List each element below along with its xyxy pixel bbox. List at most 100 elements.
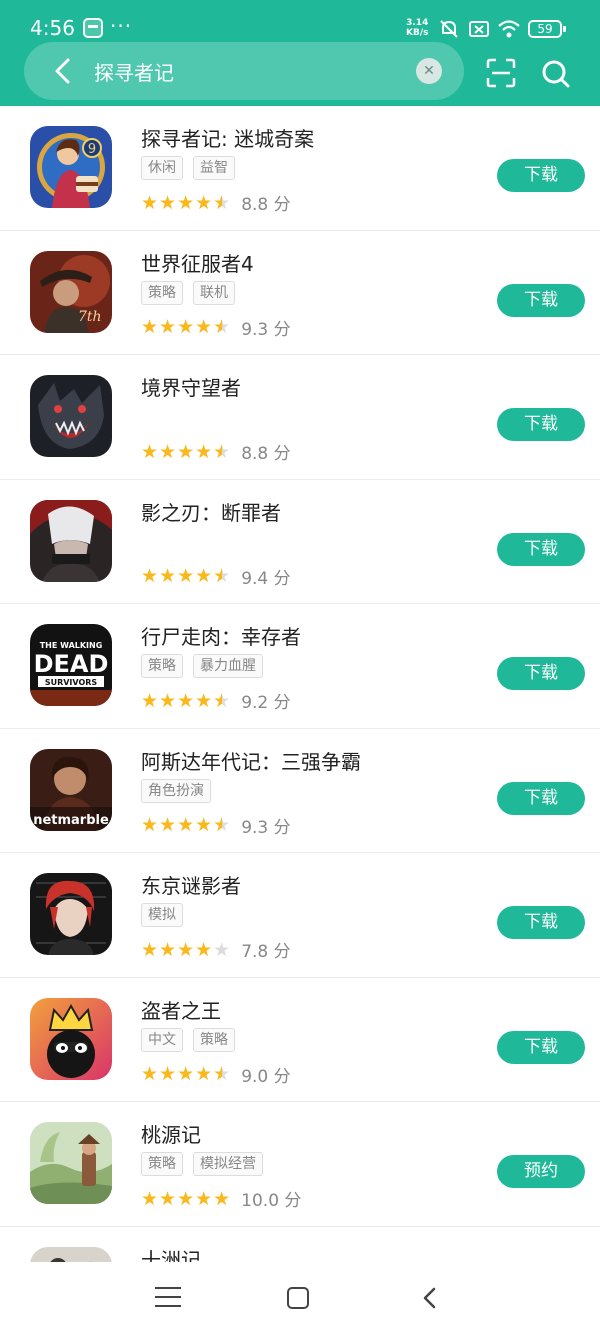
net-speed-value: 3.14 xyxy=(406,18,429,28)
tag: 策略 xyxy=(141,654,183,678)
tag: 休闲 xyxy=(141,156,183,180)
list-item[interactable]: 9 探寻者记: 迷城奇案 休闲 益智 ★★★★★ 8.8 分 下载 xyxy=(0,106,600,231)
app-icon[interactable]: THE WALKING DEAD SURVIVORS xyxy=(30,624,112,706)
app-title: 影之刃：断罪者 xyxy=(141,500,281,525)
score: 9.4 分 xyxy=(241,568,291,589)
rating: ★★★★★ 10.0 分 xyxy=(141,1186,302,1212)
score: 9.3 分 xyxy=(241,319,291,340)
app-icon[interactable]: 7th xyxy=(30,250,112,333)
download-button[interactable]: 下载 xyxy=(497,283,585,317)
score: 8.8 分 xyxy=(241,444,291,464)
net-speed-unit: KB/s xyxy=(406,28,429,38)
app-title: 东京谜影者 xyxy=(141,874,241,898)
sim-off-icon xyxy=(468,18,490,45)
scan-icon[interactable] xyxy=(486,58,516,88)
download-button[interactable]: 下载 xyxy=(497,906,585,939)
back-arrow-icon[interactable] xyxy=(46,52,82,90)
app-icon[interactable]: 9 xyxy=(30,126,112,208)
rating: ★★★★★ 9.0 分 xyxy=(141,1062,291,1087)
score: 9.3 分 xyxy=(241,817,291,838)
icon-art-text: SURVIVORS xyxy=(45,678,98,687)
download-button[interactable]: 下载 xyxy=(497,159,585,192)
app-icon[interactable] xyxy=(30,1246,112,1262)
list-item[interactable]: 十洲记 xyxy=(0,1227,600,1263)
download-button[interactable]: 下载 xyxy=(497,532,585,566)
tag: 暴力血腥 xyxy=(193,654,263,678)
rating: ★★★★★ 8.8 分 xyxy=(141,190,291,216)
tag-list: 策略 联机 xyxy=(141,280,245,307)
tag-list: 中文 策略 xyxy=(141,1027,245,1054)
app-title: 十洲记 xyxy=(141,1247,201,1263)
download-button[interactable]: 下载 xyxy=(497,781,585,815)
icon-badge-number: 9 xyxy=(88,142,96,157)
tag: 联机 xyxy=(193,280,235,305)
app-icon[interactable]: netmarble xyxy=(30,748,112,831)
tag: 策略 xyxy=(193,1027,235,1052)
icon-art-text: THE WALKING xyxy=(40,641,103,650)
icon-art-text: DEAD xyxy=(34,650,109,678)
app-icon[interactable] xyxy=(30,499,112,582)
tag-list: 角色扮演 xyxy=(141,778,221,805)
tag: 模拟 xyxy=(141,903,183,927)
app-title: 阿斯达年代记：三强争霸 xyxy=(141,749,361,774)
download-button[interactable]: 下载 xyxy=(497,408,585,441)
star-rating: ★★★★★ xyxy=(141,814,232,836)
app-title: 境界守望者 xyxy=(141,376,241,400)
star-rating: ★★★★★ xyxy=(141,938,232,961)
tag: 模拟经营 xyxy=(193,1152,263,1176)
star-rating: ★★★★★ xyxy=(141,1063,232,1085)
download-button[interactable]: 下载 xyxy=(497,657,585,690)
star-rating: ★★★★★ xyxy=(141,440,232,463)
app-icon[interactable] xyxy=(30,375,112,457)
back-icon[interactable] xyxy=(418,1286,442,1310)
list-item[interactable]: THE WALKING DEAD SURVIVORS 行尸走肉：幸存者 策略 暴力… xyxy=(0,604,600,729)
tag: 益智 xyxy=(193,156,235,180)
score: 8.8 分 xyxy=(241,195,291,215)
clear-icon[interactable]: ✕ xyxy=(416,58,442,84)
tag: 角色扮演 xyxy=(141,778,211,803)
list-item[interactable]: 影之刃：断罪者 ★★★★★ 9.4 分 下载 xyxy=(0,480,600,604)
star-rating: ★★★★★ xyxy=(141,316,232,338)
home-icon[interactable] xyxy=(287,1287,309,1309)
list-item[interactable]: 桃源记 策略 模拟经营 ★★★★★ 10.0 分 预约 xyxy=(0,1102,600,1227)
app-header: 4:56 ··· 3.14 KB/s 59 探寻者记 ✕ xyxy=(0,0,600,106)
download-button[interactable]: 下载 xyxy=(497,1030,585,1064)
tag-list: 模拟 xyxy=(141,903,193,929)
search-input[interactable]: 探寻者记 xyxy=(94,57,174,86)
score: 9.0 分 xyxy=(241,1066,291,1087)
star-rating: ★★★★★ xyxy=(141,565,232,587)
system-nav-bar xyxy=(0,1262,600,1334)
rating: ★★★★★ 9.4 分 xyxy=(141,564,291,589)
icon-anniversary-text: 7th xyxy=(78,309,102,325)
more-notifications-icon: ··· xyxy=(110,14,133,38)
mute-bell-icon xyxy=(438,18,460,45)
search-results-list[interactable]: 9 探寻者记: 迷城奇案 休闲 益智 ★★★★★ 8.8 分 下载 7th 世界征服… xyxy=(0,106,600,1262)
app-icon[interactable] xyxy=(30,1122,112,1204)
recents-menu-icon[interactable] xyxy=(155,1287,181,1309)
net-speed: 3.14 KB/s xyxy=(406,18,428,38)
reserve-button[interactable]: 预约 xyxy=(497,1155,585,1188)
list-item[interactable]: netmarble 阿斯达年代记：三强争霸 角色扮演 ★★★★★ 9.3 分 下载 xyxy=(0,729,600,853)
app-title: 世界征服者4 xyxy=(141,251,254,276)
list-item[interactable]: 境界守望者 ★★★★★ 8.8 分 下载 xyxy=(0,355,600,480)
wifi-icon xyxy=(497,18,521,45)
app-title: 行尸走肉：幸存者 xyxy=(141,625,301,649)
search-icon[interactable] xyxy=(540,58,572,90)
app-title: 盗者之王 xyxy=(141,998,221,1023)
list-item[interactable]: 7th 世界征服者4 策略 联机 ★★★★★ 9.3 分 下载 xyxy=(0,231,600,355)
list-item[interactable]: 盗者之王 中文 策略 ★★★★★ 9.0 分 下载 xyxy=(0,978,600,1102)
app-icon[interactable] xyxy=(30,873,112,955)
star-rating: ★★★★★ xyxy=(141,689,232,712)
list-item[interactable]: 东京谜影者 模拟 ★★★★★ 7.8 分 下载 xyxy=(0,853,600,978)
icon-art-text: netmarble xyxy=(33,813,109,828)
notification-app-icon xyxy=(83,18,103,38)
status-time: 4:56 xyxy=(30,16,75,40)
app-icon[interactable] xyxy=(30,997,112,1080)
search-bar[interactable]: 探寻者记 ✕ xyxy=(24,42,464,100)
rating: ★★★★★ 9.3 分 xyxy=(141,813,291,838)
score: 10.0 分 xyxy=(241,1191,302,1211)
battery-indicator: 59 xyxy=(528,20,566,38)
tag-list: 策略 暴力血腥 xyxy=(141,654,273,680)
score: 9.2 分 xyxy=(241,693,291,713)
rating: ★★★★★ 8.8 分 xyxy=(141,439,291,465)
